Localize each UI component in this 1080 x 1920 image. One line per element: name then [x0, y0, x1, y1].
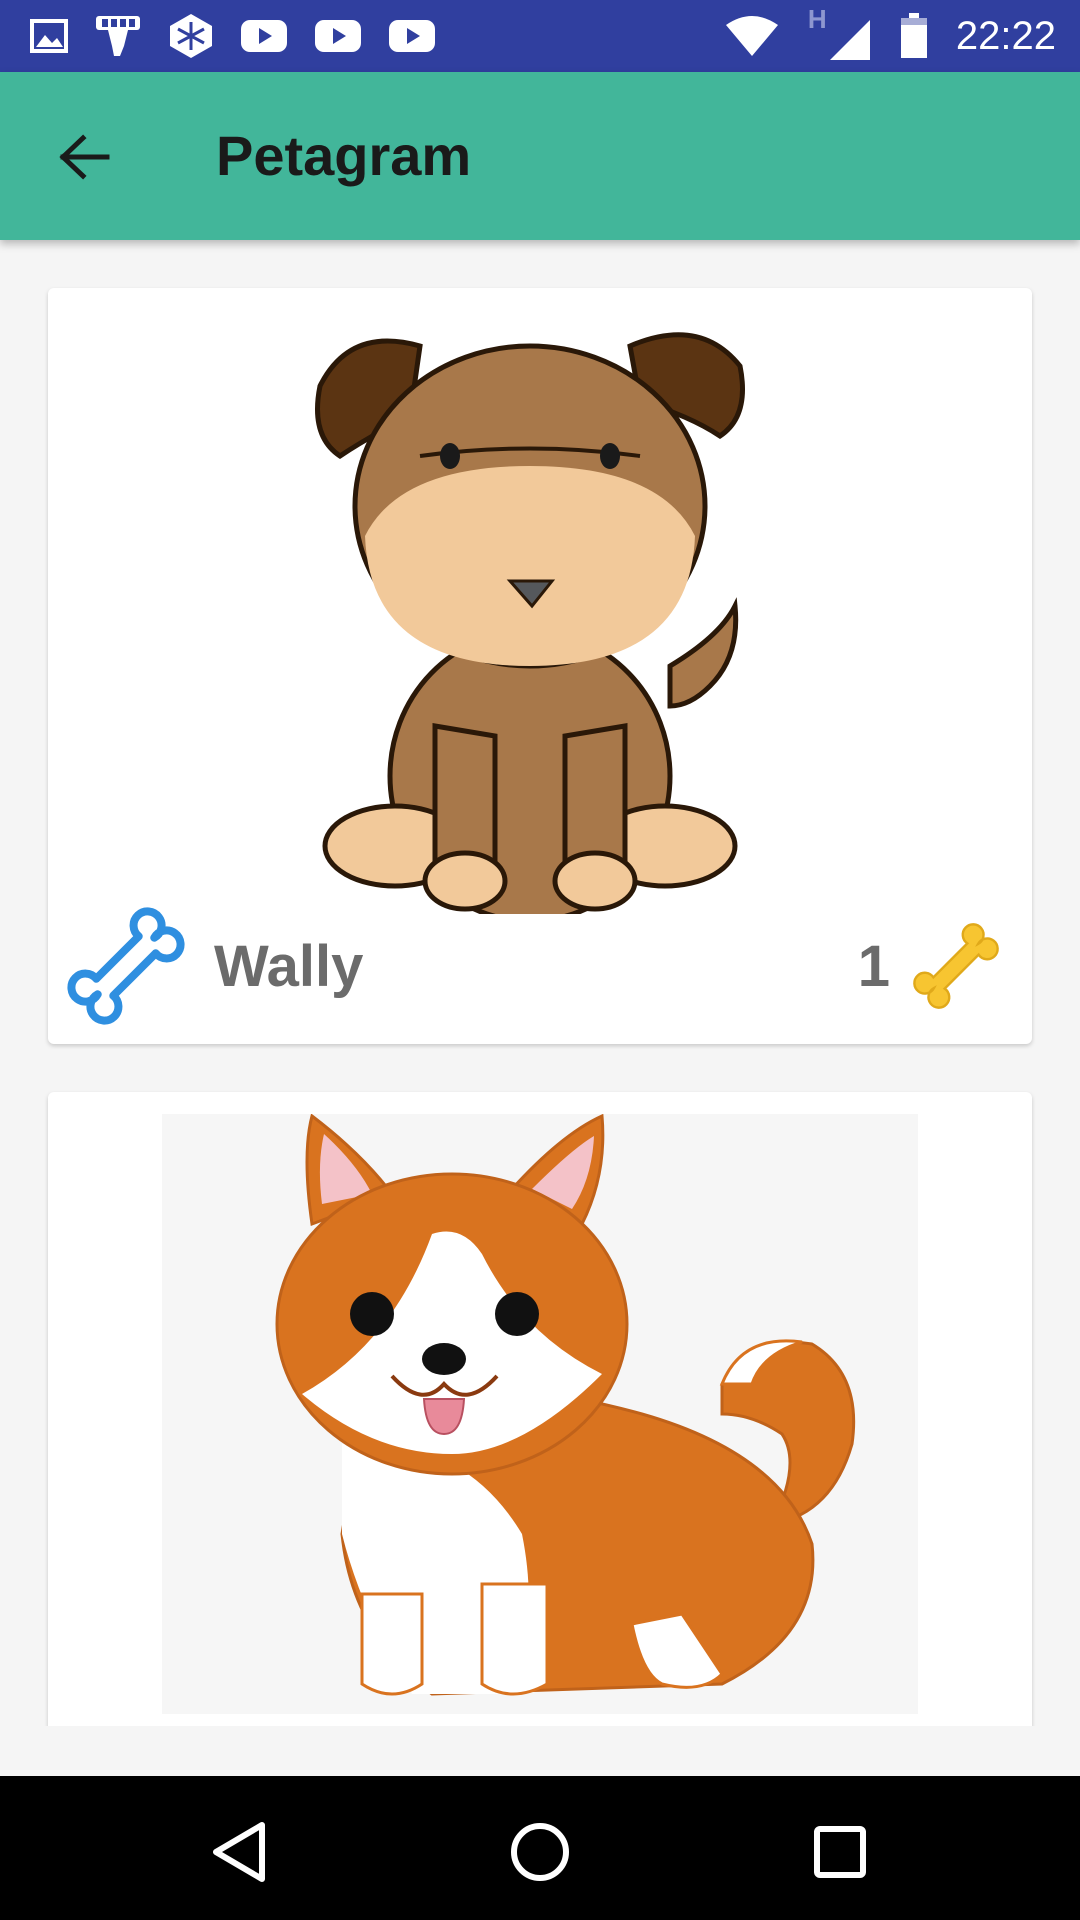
pet-list[interactable]: Wally 1 — [0, 240, 1080, 1726]
pet-card[interactable] — [48, 1092, 1032, 1726]
pet-card[interactable]: Wally 1 — [48, 288, 1032, 1044]
status-bar: H 22:22 — [0, 0, 1080, 72]
network-type-label: H — [807, 4, 827, 34]
app-logo-icon — [170, 14, 212, 58]
nav-recents-button[interactable] — [800, 1812, 880, 1892]
system-icons: H 22:22 — [724, 0, 1056, 72]
image-icon — [30, 19, 68, 53]
battery-icon — [900, 13, 927, 58]
youtube-icon — [315, 20, 361, 52]
back-triangle-icon — [213, 1822, 265, 1882]
app-title: Petagram — [216, 124, 472, 187]
signal-icon — [829, 20, 870, 60]
recents-square-icon — [814, 1826, 866, 1878]
nav-home-button[interactable] — [500, 1812, 580, 1892]
nav-back-button[interactable] — [200, 1812, 280, 1892]
rating-area: 1 — [858, 918, 1004, 1014]
pet-image-corgi-puppy — [162, 1114, 918, 1714]
status-time: 22:22 — [955, 13, 1056, 58]
youtube-icon — [241, 20, 287, 52]
pet-name: Wally — [214, 933, 364, 999]
pet-image-brown-puppy — [270, 306, 810, 914]
wifi-icon — [725, 16, 778, 56]
system-nav-bar — [0, 1776, 1080, 1920]
home-circle-icon — [511, 1823, 569, 1881]
notification-icons — [30, 0, 436, 72]
like-area: Wally — [66, 906, 363, 1026]
youtube-icon — [389, 20, 435, 52]
back-button[interactable] — [50, 122, 120, 192]
arrow-left-icon — [59, 134, 110, 180]
app-bar: Petagram — [0, 72, 1080, 240]
signal-indicator: H — [808, 4, 872, 64]
fist-icon — [96, 16, 140, 56]
bone-filled-icon — [913, 923, 999, 1009]
bone-outline-icon[interactable] — [66, 906, 186, 1026]
rating-count: 1 — [857, 933, 890, 999]
